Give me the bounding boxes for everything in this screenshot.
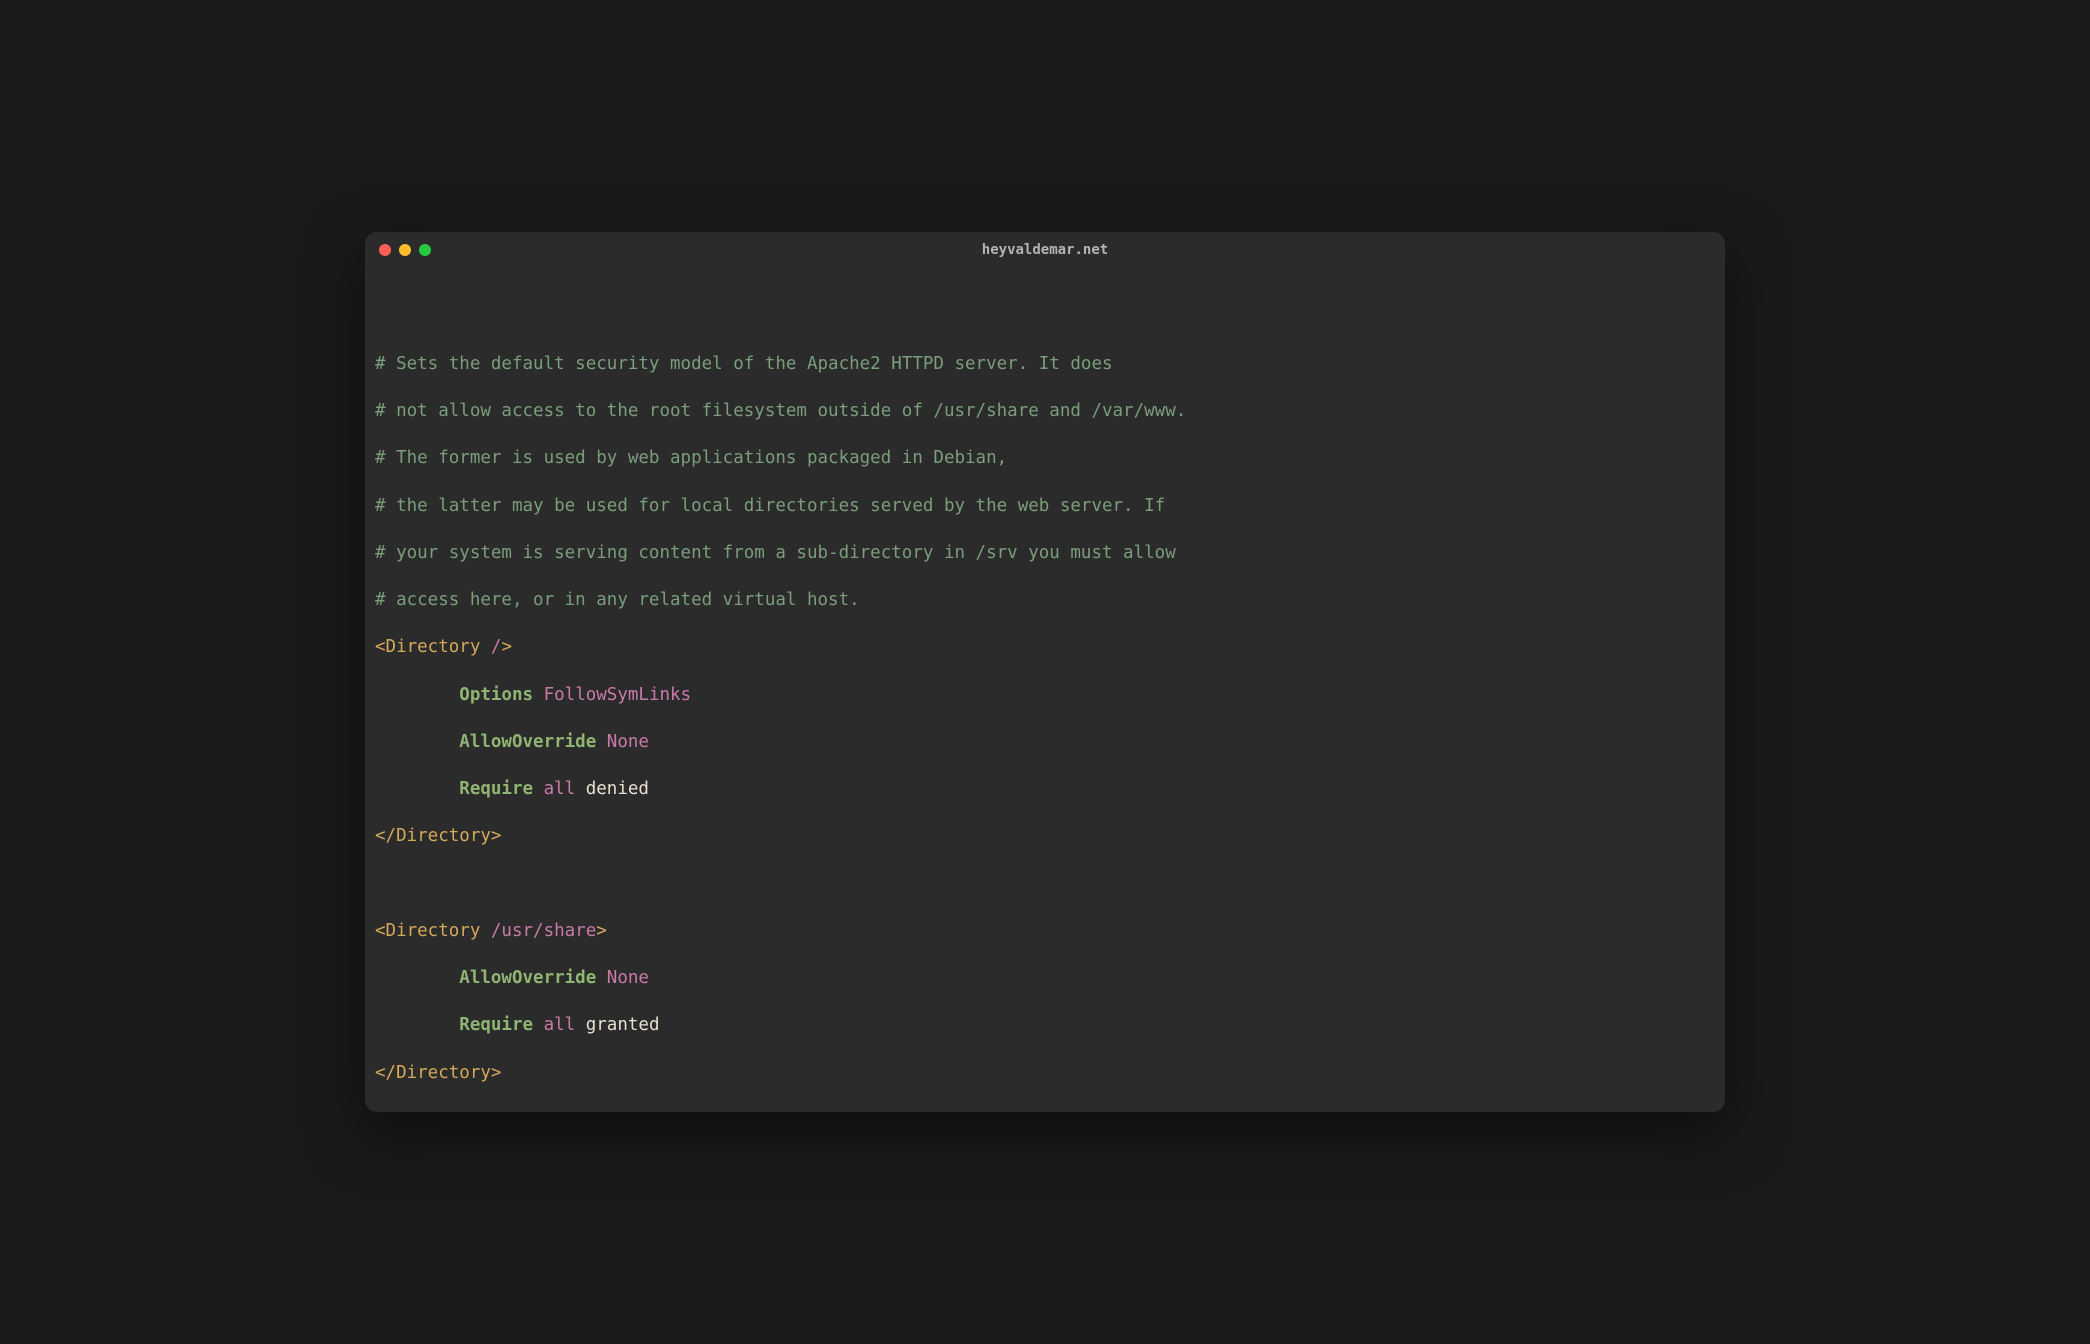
- window-title: heyvaldemar.net: [982, 242, 1108, 258]
- terminal-content[interactable]: # Sets the default security model of the…: [365, 268, 1725, 1112]
- directory-close: </Directory>: [375, 825, 1715, 849]
- editor-area[interactable]: # Sets the default security model of the…: [375, 282, 1715, 1112]
- directive-line: AllowOverride None: [375, 967, 1715, 991]
- directory-open: <Directory /usr/share>: [375, 920, 1715, 944]
- traffic-lights: [379, 244, 431, 256]
- comment-line: # the latter may be used for local direc…: [375, 495, 1715, 519]
- terminal-window: heyvaldemar.net # Sets the default secur…: [365, 232, 1725, 1112]
- directive-line: AllowOverride None: [375, 731, 1715, 755]
- maximize-button[interactable]: [419, 244, 431, 256]
- comment-line: # your system is serving content from a …: [375, 542, 1715, 566]
- directory-close: </Directory>: [375, 1062, 1715, 1086]
- comment-line: # The former is used by web applications…: [375, 447, 1715, 471]
- directive-line: Require all granted: [375, 1014, 1715, 1038]
- directory-open: <Directory />: [375, 636, 1715, 660]
- directive-line: Require all denied: [375, 778, 1715, 802]
- comment-line: # access here, or in any related virtual…: [375, 589, 1715, 613]
- comment-line: # Sets the default security model of the…: [375, 353, 1715, 377]
- close-button[interactable]: [379, 244, 391, 256]
- titlebar: heyvaldemar.net: [365, 232, 1725, 268]
- directive-line: Options FollowSymLinks: [375, 684, 1715, 708]
- minimize-button[interactable]: [399, 244, 411, 256]
- comment-line: # not allow access to the root filesyste…: [375, 400, 1715, 424]
